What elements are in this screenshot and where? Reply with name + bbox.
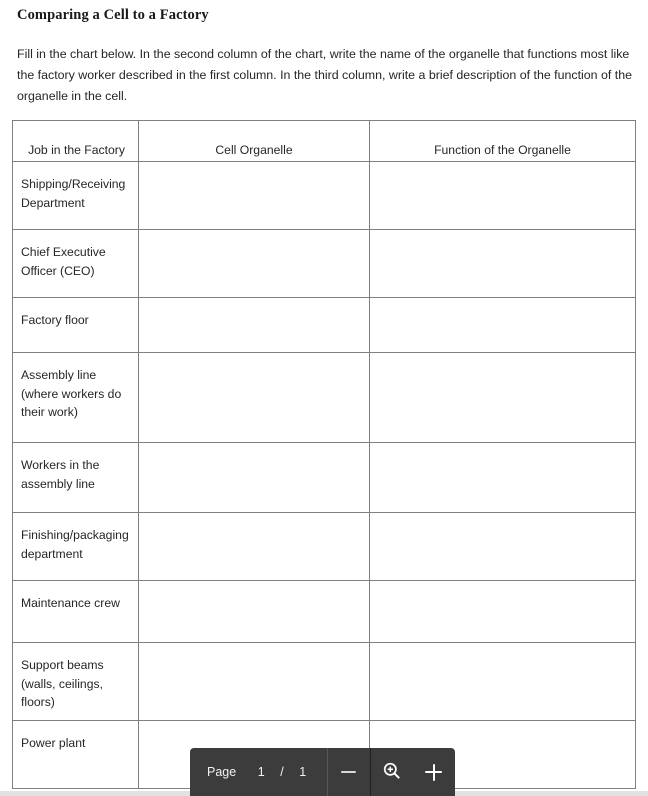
magnifier-plus-icon xyxy=(382,761,402,784)
document-page: Comparing a Cell to a Factory Fill in th… xyxy=(0,0,648,792)
cell-job: Maintenance crew xyxy=(12,580,139,643)
cell-job: Workers in the assembly line xyxy=(12,442,139,513)
cell-job: Support beams (walls, ceilings, floors) xyxy=(12,642,139,721)
cell-function[interactable] xyxy=(369,642,636,721)
table-row: Shipping/Receiving Department xyxy=(12,161,636,230)
cell-function[interactable] xyxy=(369,352,636,443)
zoom-in-button[interactable] xyxy=(413,748,455,796)
current-page-number[interactable]: 1 xyxy=(255,765,267,779)
comparison-table: Job in the Factory Cell Organelle Functi… xyxy=(12,120,636,789)
table-row: Workers in the assembly line xyxy=(12,442,636,513)
pdf-viewer-toolbar: Page 1 / 1 xyxy=(190,748,455,796)
cell-job: Shipping/Receiving Department xyxy=(12,161,139,230)
cell-organelle[interactable] xyxy=(138,642,370,721)
cell-job: Power plant xyxy=(12,720,139,789)
table-row: Factory floor xyxy=(12,297,636,353)
cell-organelle[interactable] xyxy=(138,297,370,353)
total-page-count: 1 xyxy=(299,765,307,779)
zoom-out-button[interactable] xyxy=(328,748,370,796)
cell-organelle[interactable] xyxy=(138,442,370,513)
page-label: Page xyxy=(207,765,237,779)
cell-job: Factory floor xyxy=(12,297,139,353)
page-indicator-group: Page 1 / 1 xyxy=(190,748,309,796)
column-header-function: Function of the Organelle xyxy=(369,120,636,162)
cell-organelle[interactable] xyxy=(138,580,370,643)
cell-function[interactable] xyxy=(369,161,636,230)
cell-organelle[interactable] xyxy=(138,229,370,298)
table-row: Maintenance crew xyxy=(12,580,636,643)
table-row: Assembly line (where workers do their wo… xyxy=(12,352,636,443)
table-row: Support beams (walls, ceilings, floors) xyxy=(12,642,636,721)
cell-job: Chief Executive Officer (CEO) xyxy=(12,229,139,298)
cell-job: Assembly line (where workers do their wo… xyxy=(12,352,139,443)
table-row: Chief Executive Officer (CEO) xyxy=(12,229,636,298)
table-header-row: Job in the Factory Cell Organelle Functi… xyxy=(12,120,636,162)
cell-organelle[interactable] xyxy=(138,512,370,581)
cell-function[interactable] xyxy=(369,229,636,298)
page-title: Comparing a Cell to a Factory xyxy=(17,7,209,23)
cell-function[interactable] xyxy=(369,512,636,581)
minus-icon xyxy=(341,771,357,773)
cell-organelle[interactable] xyxy=(138,352,370,443)
cell-organelle[interactable] xyxy=(138,161,370,230)
column-header-organelle: Cell Organelle xyxy=(138,120,370,162)
column-header-job: Job in the Factory xyxy=(12,120,139,162)
plus-icon xyxy=(425,763,443,781)
zoom-reset-button[interactable] xyxy=(371,748,413,796)
cell-function[interactable] xyxy=(369,297,636,353)
page-separator: / xyxy=(280,765,284,779)
cell-function[interactable] xyxy=(369,442,636,513)
table-row: Finishing/packaging department xyxy=(12,512,636,581)
instructions-paragraph: Fill in the chart below. In the second c… xyxy=(17,47,633,103)
cell-job: Finishing/packaging department xyxy=(12,512,139,581)
cell-function[interactable] xyxy=(369,580,636,643)
